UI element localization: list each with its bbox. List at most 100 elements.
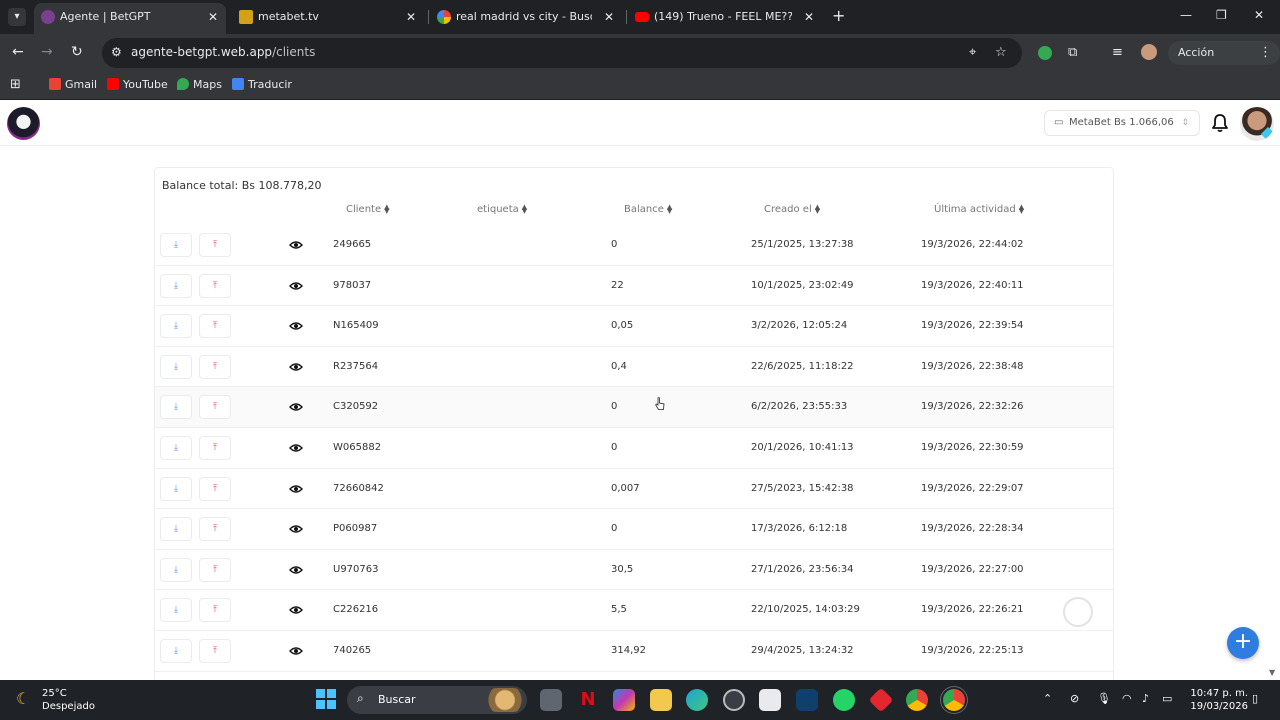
deposit-button[interactable]: ⤓ — [160, 517, 192, 542]
moon-weather-icon[interactable]: ☾ — [16, 689, 30, 708]
address-url[interactable]: agente-betgpt.web.app/clients — [131, 45, 315, 59]
tab-agente-betgpt[interactable]: Agente | BetGPT ✕ — [34, 3, 226, 34]
whatsapp-icon[interactable] — [833, 689, 855, 711]
column-header-ultima-actividad[interactable]: Última actividad ▲ ▼ — [934, 204, 1024, 216]
taskbar-search[interactable]: ⌕ Buscar — [347, 686, 527, 714]
eye-icon[interactable] — [289, 565, 303, 575]
column-header-etiqueta[interactable]: etiqueta ▲ ▼ — [477, 204, 527, 216]
add-client-button[interactable]: + — [1227, 627, 1259, 659]
new-tab-button[interactable]: + — [832, 8, 845, 24]
withdraw-button[interactable]: ⤒ — [199, 395, 231, 420]
system-clock[interactable]: 10:47 p. m. 19/03/2026 — [1188, 687, 1248, 713]
deposit-button[interactable]: ⤓ — [160, 354, 192, 379]
tab-close-icon[interactable]: ✕ — [208, 3, 218, 31]
copilot-icon[interactable] — [613, 689, 635, 711]
tab-close-icon[interactable]: ✕ — [406, 3, 416, 31]
withdraw-button[interactable]: ⤒ — [199, 354, 231, 379]
wallet-selector[interactable]: ▭ MetaBet Bs 1.066,06 ⇕ — [1044, 110, 1200, 136]
tab-search-button[interactable]: ▾ — [8, 8, 26, 26]
eye-icon[interactable] — [289, 402, 303, 412]
site-info-icon[interactable]: ⚙ — [111, 45, 122, 59]
close-window-button[interactable]: ✕ — [1254, 8, 1264, 22]
chrome-icon[interactable] — [906, 689, 928, 711]
bookmark-star-icon[interactable]: ☆ — [995, 45, 1007, 60]
maximize-button[interactable]: ❐ — [1216, 8, 1227, 22]
browser-menu-icon[interactable]: ⋮ — [1259, 45, 1272, 60]
file-explorer-icon[interactable] — [650, 689, 672, 711]
withdraw-button[interactable]: ⤒ — [199, 436, 231, 460]
eye-icon[interactable] — [289, 240, 303, 250]
tab-close-icon[interactable]: ✕ — [804, 3, 814, 31]
deposit-button[interactable]: ⤓ — [160, 557, 192, 582]
betgpt-logo[interactable] — [7, 107, 40, 140]
user-avatar[interactable] — [1240, 107, 1274, 141]
bell-icon[interactable] — [1211, 113, 1229, 133]
column-header-balance[interactable]: Balance ▲ ▼ — [624, 204, 672, 216]
column-header-creado[interactable]: Creado el ▲ ▼ — [764, 204, 820, 216]
microphone-icon[interactable]: 🎙︎ — [1097, 692, 1111, 705]
weather-widget[interactable]: 25°C Despejado — [42, 687, 95, 713]
tab-close-icon[interactable]: ✕ — [604, 3, 614, 31]
reload-button[interactable]: ↻ — [71, 44, 83, 60]
tray-overflow-chevron-icon[interactable]: ⌃ — [1043, 692, 1052, 705]
battery-icon[interactable]: ▭ — [1162, 692, 1172, 705]
eye-icon[interactable] — [289, 524, 303, 534]
tab-metabet[interactable]: metabet.tv ✕ — [232, 3, 424, 34]
deposit-button[interactable]: ⤓ — [160, 436, 192, 460]
withdraw-button[interactable]: ⤒ — [199, 598, 231, 623]
extension-green-icon[interactable] — [1038, 46, 1052, 60]
eye-icon[interactable] — [289, 484, 303, 494]
deposit-button[interactable]: ⤓ — [160, 598, 192, 623]
withdraw-button[interactable]: ⤒ — [199, 639, 231, 663]
minimize-button[interactable]: — — [1180, 8, 1192, 22]
settings-gear-icon[interactable] — [723, 689, 745, 711]
profile-avatar-icon[interactable] — [1141, 44, 1157, 60]
eye-icon[interactable] — [289, 443, 303, 453]
deposit-button[interactable]: ⤓ — [160, 273, 192, 298]
withdraw-button[interactable]: ⤒ — [199, 557, 231, 582]
red-diamond-app-icon[interactable] — [868, 687, 894, 713]
tab-google-search[interactable]: real madrid vs city - Buscar con Google … — [430, 3, 622, 34]
apps-grid-icon[interactable]: ⊞ — [10, 77, 21, 93]
deposit-button[interactable]: ⤓ — [160, 639, 192, 663]
withdraw-button[interactable]: ⤒ — [199, 233, 231, 257]
eye-icon[interactable] — [289, 362, 303, 372]
deposit-button[interactable]: ⤓ — [160, 476, 192, 501]
disney-plus-icon[interactable] — [796, 689, 818, 711]
media-controls-icon[interactable]: ≡ — [1112, 45, 1123, 60]
address-bar[interactable]: ⚙ agente-betgpt.web.app/clients ⌖ ☆ — [102, 38, 1022, 68]
deposit-button[interactable]: ⤓ — [160, 233, 192, 257]
windows-start-icon[interactable] — [316, 689, 336, 709]
bookmark-maps[interactable]: Maps — [177, 77, 222, 93]
wifi-icon[interactable]: ◠ — [1122, 692, 1132, 705]
deposit-button[interactable]: ⤓ — [160, 395, 192, 420]
microsoft-store-icon[interactable] — [759, 689, 781, 711]
task-view-icon[interactable] — [540, 689, 562, 711]
tray-network-off-icon[interactable]: ⊘ — [1070, 692, 1079, 705]
netflix-icon[interactable]: N — [577, 689, 599, 711]
eye-icon[interactable] — [289, 605, 303, 615]
withdraw-button[interactable]: ⤒ — [199, 476, 231, 501]
withdraw-button[interactable]: ⤒ — [199, 314, 231, 339]
notification-center-icon[interactable]: ▯ — [1252, 692, 1258, 705]
column-header-cliente[interactable]: Cliente ▲ ▼ — [346, 204, 390, 216]
withdraw-button[interactable]: ⤒ — [199, 517, 231, 542]
withdraw-button[interactable]: ⤒ — [199, 273, 231, 298]
bookmark-traducir[interactable]: Traducir — [232, 77, 292, 93]
eye-icon[interactable] — [289, 646, 303, 656]
back-button[interactable]: ← — [12, 44, 24, 60]
bookmark-gmail[interactable]: Gmail — [49, 77, 97, 93]
chrome-profile-icon[interactable] — [943, 689, 965, 711]
eye-icon[interactable] — [289, 281, 303, 291]
eye-icon[interactable] — [289, 321, 303, 331]
forward-button[interactable]: → — [41, 44, 53, 60]
location-pin-icon[interactable]: ⌖ — [969, 45, 976, 60]
volume-icon[interactable]: ♪ — [1142, 692, 1149, 705]
bookmark-youtube[interactable]: YouTube — [107, 77, 168, 93]
scroll-down-arrow[interactable]: ▼ — [1269, 668, 1275, 677]
extensions-puzzle-icon[interactable]: ⧉ — [1068, 45, 1077, 60]
deposit-button[interactable]: ⤓ — [160, 314, 192, 339]
edge-icon[interactable] — [686, 689, 708, 711]
tab-youtube-video[interactable]: (149) Trueno - FEEL ME?? (Video Oficial)… — [628, 3, 822, 34]
cell-creado: 10/1/2025, 23:02:49 — [751, 279, 854, 291]
